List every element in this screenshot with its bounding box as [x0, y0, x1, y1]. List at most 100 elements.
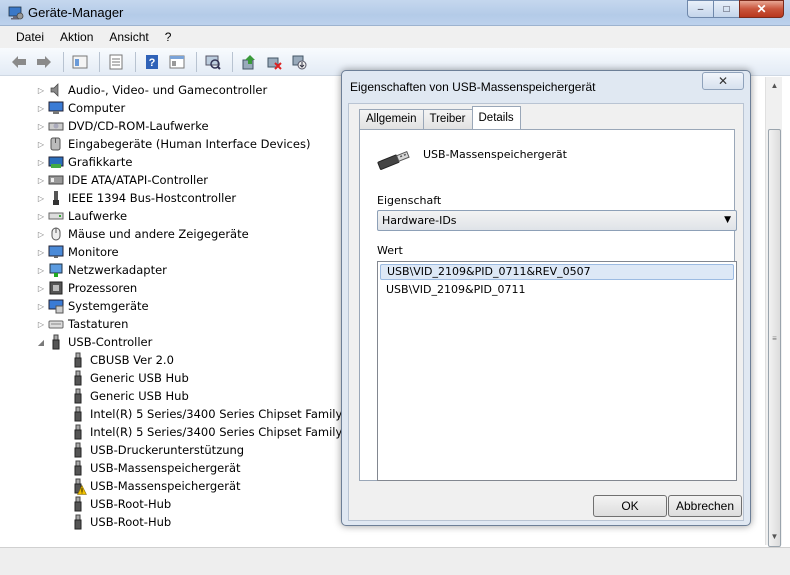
expand-icon[interactable]: ▷	[36, 229, 46, 239]
scroll-up-icon[interactable]: ▲	[766, 77, 783, 94]
back-icon[interactable]	[8, 51, 30, 73]
cancel-button[interactable]: Abbrechen	[668, 495, 742, 517]
minimize-icon[interactable]: –	[687, 0, 714, 18]
tree-category[interactable]: ▷ IDE ATA/ATAPI-Controller	[36, 171, 208, 189]
expand-icon[interactable]: ▷	[36, 193, 46, 203]
tree-item-label: Prozessoren	[68, 281, 138, 295]
usb-icon	[70, 388, 86, 404]
tree-device[interactable]: USB-Root-Hub	[70, 513, 171, 531]
ok-button[interactable]: OK	[593, 495, 667, 517]
tree-category[interactable]: ▷ Monitore	[36, 243, 119, 261]
list-item[interactable]: USB\VID_2109&PID_0711	[380, 282, 734, 298]
tree-category[interactable]: ▷ Prozessoren	[36, 279, 137, 297]
hid-icon	[48, 136, 64, 152]
expand-icon[interactable]: ▷	[36, 175, 46, 185]
tab-treiber[interactable]: Treiber	[422, 109, 473, 129]
expand-icon[interactable]: ▷	[36, 85, 46, 95]
forward-icon[interactable]	[33, 51, 55, 73]
expand-icon[interactable]: ▷	[36, 319, 46, 329]
expand-icon[interactable]: ▷	[36, 301, 46, 311]
expand-icon[interactable]: ▷	[36, 103, 46, 113]
monitor-icon	[48, 244, 64, 260]
tab-allgemein[interactable]: Allgemein	[359, 109, 424, 129]
list-item[interactable]: USB\VID_2109&PID_0711&REV_0507	[380, 264, 734, 280]
scan-icon[interactable]	[202, 51, 224, 73]
up-icon[interactable]	[69, 51, 91, 73]
tree-device[interactable]: Generic USB Hub	[70, 387, 189, 405]
tree-device[interactable]: USB-Massenspeichergerät	[70, 477, 241, 495]
expand-icon[interactable]: ▷	[36, 121, 46, 131]
svg-text:?: ?	[149, 57, 156, 69]
toolbar-separator	[99, 51, 100, 72]
usb-icon	[48, 334, 64, 350]
property-select[interactable]: Hardware-IDs ▼	[377, 210, 737, 231]
tree-device[interactable]: USB-Massenspeichergerät	[70, 459, 241, 477]
expand-icon[interactable]: ▷	[36, 139, 46, 149]
dialog-body: Allgemein Treiber Details USB-Massenspei…	[348, 103, 744, 521]
view-icon[interactable]	[166, 51, 188, 73]
tree-category[interactable]: ▷ Netzwerkadapter	[36, 261, 167, 279]
tree-device[interactable]: USB-Druckerunterstützung	[70, 441, 244, 459]
tree-item-label: Intel(R) 5 Series/3400 Series Chipset Fa…	[90, 425, 377, 439]
tree-category[interactable]: ▷ Eingabegeräte (Human Interface Devices)	[36, 135, 311, 153]
usb-icon	[70, 352, 86, 368]
tree-category[interactable]: ◢ USB-Controller	[36, 333, 152, 351]
scroll-down-icon[interactable]: ▼	[766, 528, 783, 545]
menu-ansicht[interactable]: Ansicht	[101, 30, 156, 44]
tree-category[interactable]: ▷ Mäuse und andere Zeigegeräte	[36, 225, 249, 243]
tree-scrollbar[interactable]: ▲ ≡ ▼	[765, 77, 783, 547]
tree-device[interactable]: USB-Root-Hub	[70, 495, 171, 513]
expand-icon[interactable]: ▷	[36, 211, 46, 221]
tree-category[interactable]: ▷ Systemgeräte	[36, 297, 149, 315]
expand-icon[interactable]: ▷	[36, 247, 46, 257]
tree-category[interactable]: ▷ Laufwerke	[36, 207, 127, 225]
tree-item-label: CBUSB Ver 2.0	[90, 353, 174, 367]
tree-category[interactable]: ▷ Grafikkarte	[36, 153, 133, 171]
menu-datei[interactable]: Datei	[8, 30, 52, 44]
dialog-close-icon[interactable]: ✕	[702, 72, 744, 90]
close-icon[interactable]: ✕	[739, 0, 784, 18]
mouse-icon	[48, 226, 64, 242]
tree-category[interactable]: ▷ Computer	[36, 99, 125, 117]
toolbar-separator	[135, 51, 136, 72]
drive-icon	[48, 208, 64, 224]
tree-device[interactable]: CBUSB Ver 2.0	[70, 351, 174, 369]
update-driver-icon[interactable]	[238, 51, 260, 73]
display-icon	[48, 154, 64, 170]
collapse-icon[interactable]: ◢	[36, 337, 46, 347]
device-manager-icon	[8, 6, 24, 20]
tree-category[interactable]: ▷ IEEE 1394 Bus-Hostcontroller	[36, 189, 236, 207]
expand-icon[interactable]: ▷	[36, 157, 46, 167]
menu-help[interactable]: ?	[157, 30, 180, 44]
disable-icon[interactable]	[263, 51, 285, 73]
tree-category[interactable]: ▷ Tastaturen	[36, 315, 128, 333]
expand-icon[interactable]: ▷	[36, 265, 46, 275]
tree-device[interactable]: Intel(R) 5 Series/3400 Series Chipset Fa…	[70, 423, 377, 441]
tree-device[interactable]: Generic USB Hub	[70, 369, 189, 387]
system-icon	[48, 298, 64, 314]
uninstall-icon[interactable]	[288, 51, 310, 73]
menu-aktion[interactable]: Aktion	[52, 30, 101, 44]
tree-item-label: Computer	[68, 101, 126, 115]
tab-details[interactable]: Details	[471, 106, 521, 129]
maximize-icon[interactable]: □	[713, 0, 740, 18]
tree-item-label: USB-Controller	[68, 335, 153, 349]
usb-icon	[70, 406, 86, 422]
expand-icon[interactable]: ▷	[36, 283, 46, 293]
help-icon[interactable]: ?	[141, 51, 163, 73]
properties-icon[interactable]	[105, 51, 127, 73]
value-listbox[interactable]: USB\VID_2109&PID_0711&REV_0507 USB\VID_2…	[377, 261, 737, 481]
tree-item-label: Grafikkarte	[68, 155, 133, 169]
status-bar	[0, 547, 790, 575]
tree-category[interactable]: ▷ DVD/CD-ROM-Laufwerke	[36, 117, 209, 135]
network-icon	[48, 262, 64, 278]
tree-item-label: Laufwerke	[68, 209, 128, 223]
tree-device[interactable]: Intel(R) 5 Series/3400 Series Chipset Fa…	[70, 405, 377, 423]
toolbar-separator	[232, 51, 233, 72]
scroll-thumb[interactable]: ≡	[768, 129, 781, 547]
tree-category[interactable]: ▷ Audio-, Video- und Gamecontroller	[36, 81, 267, 99]
dialog-title: Eigenschaften von USB-Massenspeichergerä…	[350, 80, 596, 94]
usb-icon	[70, 370, 86, 386]
usb-device-icon	[377, 150, 410, 170]
tree-item-label: IDE ATA/ATAPI-Controller	[68, 173, 209, 187]
